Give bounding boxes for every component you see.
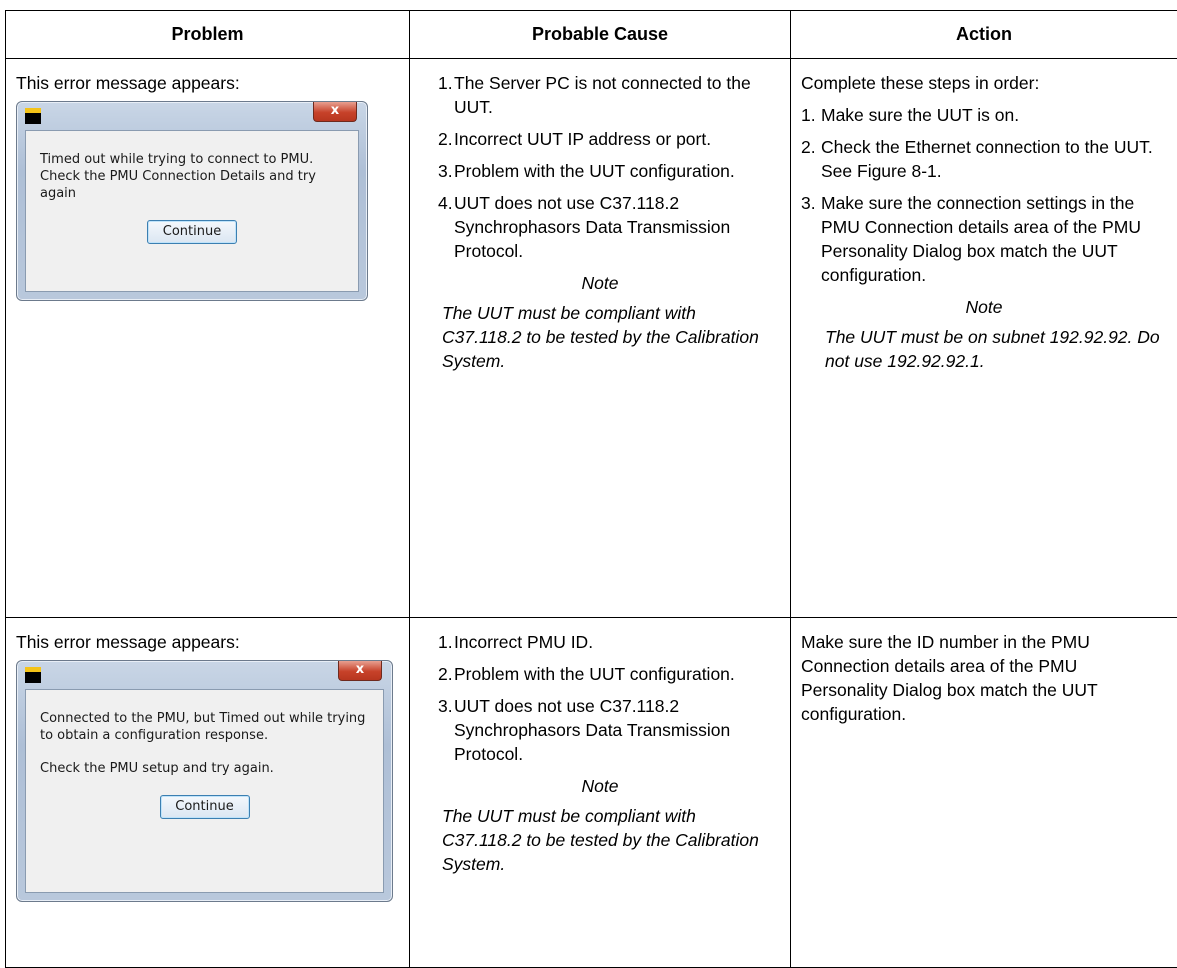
action-cell: Make sure the ID number in the PMU Conne… xyxy=(791,618,1177,968)
list-item: 4.UUT does not use C37.118.2 Synchrophas… xyxy=(420,191,780,263)
action-cell: Complete these steps in order: 1.Make su… xyxy=(791,59,1177,618)
note-text: The UUT must be on subnet 192.92.92. Do … xyxy=(801,325,1167,373)
list-item: 3.Make sure the connection settings in t… xyxy=(801,191,1167,287)
note-text: The UUT must be compliant with C37.118.2… xyxy=(420,804,780,876)
problem-cell: This error message appears: x Timed out … xyxy=(6,59,410,618)
app-icon xyxy=(25,108,41,124)
dialog-message: Connected to the PMU, but Timed out whil… xyxy=(40,710,369,744)
close-icon: x xyxy=(313,102,357,122)
cause-list: 1.The Server PC is not connected to the … xyxy=(420,71,780,263)
error-dialog-screenshot: x Timed out while trying to connect to P… xyxy=(16,101,368,301)
action-list: 1.Make sure the UUT is on. 2.Check the E… xyxy=(801,103,1167,287)
list-item: 1.Make sure the UUT is on. xyxy=(801,103,1167,127)
dialog-message-secondary: Check the PMU setup and try again. xyxy=(40,760,369,777)
dialog-titlebar: x xyxy=(17,102,367,130)
list-item: 3.Problem with the UUT configuration. xyxy=(420,159,780,183)
note-heading: Note xyxy=(420,774,780,798)
problem-text: This error message appears: xyxy=(16,630,399,654)
table-row: This error message appears: x Timed out … xyxy=(6,59,1177,618)
action-intro: Complete these steps in order: xyxy=(801,71,1167,95)
list-item: 1.Incorrect PMU ID. xyxy=(420,630,780,654)
table-row: This error message appears: x Connected … xyxy=(6,618,1177,968)
app-icon xyxy=(25,667,41,683)
list-item: 2.Problem with the UUT configuration. xyxy=(420,662,780,686)
list-item: 2.Check the Ethernet connection to the U… xyxy=(801,135,1167,183)
list-item: 3.UUT does not use C37.118.2 Synchrophas… xyxy=(420,694,780,766)
list-item: 1.The Server PC is not connected to the … xyxy=(420,71,780,119)
note-heading: Note xyxy=(801,295,1167,319)
probable-cause-cell: 1.Incorrect PMU ID. 2.Problem with the U… xyxy=(410,618,791,968)
list-item: 2.Incorrect UUT IP address or port. xyxy=(420,127,780,151)
dialog-titlebar: x xyxy=(17,661,392,689)
dialog-content: Connected to the PMU, but Timed out whil… xyxy=(25,689,384,893)
action-text: Make sure the ID number in the PMU Conne… xyxy=(801,630,1167,726)
header-probable-cause: Probable Cause xyxy=(410,11,791,59)
problem-cell: This error message appears: x Connected … xyxy=(6,618,410,968)
header-problem: Problem xyxy=(6,11,410,59)
note-heading: Note xyxy=(420,271,780,295)
dialog-content: Timed out while trying to connect to PMU… xyxy=(25,130,359,292)
close-icon: x xyxy=(338,661,382,681)
troubleshooting-table: Problem Probable Cause Action This error… xyxy=(5,10,1177,968)
probable-cause-cell: 1.The Server PC is not connected to the … xyxy=(410,59,791,618)
continue-button: Continue xyxy=(160,795,250,819)
header-row: Problem Probable Cause Action xyxy=(6,11,1177,59)
note-text: The UUT must be compliant with C37.118.2… xyxy=(420,301,780,373)
error-dialog-screenshot: x Connected to the PMU, but Timed out wh… xyxy=(16,660,393,902)
cause-list: 1.Incorrect PMU ID. 2.Problem with the U… xyxy=(420,630,780,766)
continue-button: Continue xyxy=(147,220,237,244)
header-action: Action xyxy=(791,11,1177,59)
problem-text: This error message appears: xyxy=(16,71,399,95)
dialog-message: Timed out while trying to connect to PMU… xyxy=(40,151,344,202)
